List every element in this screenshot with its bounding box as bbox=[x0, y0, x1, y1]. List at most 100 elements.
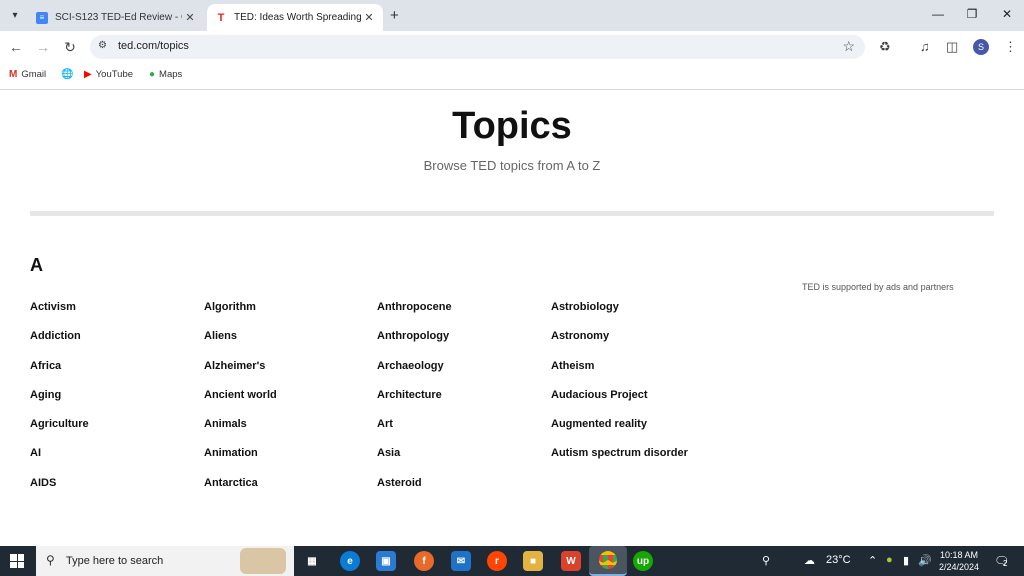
ted-icon: T bbox=[217, 11, 225, 24]
search-icon: ⚲ bbox=[46, 553, 55, 567]
tab-title: SCI-S123 TED-Ed Review - Goo bbox=[55, 12, 182, 23]
docs-icon: ≡ bbox=[36, 11, 48, 24]
wps-icon[interactable]: W bbox=[561, 551, 581, 571]
topic-column-3: Anthropocene Anthropology Archaeology Ar… bbox=[377, 301, 452, 506]
topic-link[interactable]: Astronomy bbox=[551, 330, 688, 359]
topic-link[interactable]: Anthropocene bbox=[377, 301, 452, 330]
tab-title: TED: Ideas Worth Spreading bbox=[234, 12, 361, 23]
topic-link[interactable]: Addiction bbox=[30, 330, 89, 359]
topic-link[interactable]: Alzheimer's bbox=[204, 360, 277, 389]
address-bar[interactable]: ⚙ ted.com/topics ☆ bbox=[90, 35, 865, 59]
topic-link[interactable]: Antarctica bbox=[204, 477, 277, 506]
reload-icon[interactable]: ↻ bbox=[61, 39, 79, 56]
topic-link[interactable]: Animals bbox=[204, 418, 277, 447]
topic-link[interactable]: Audacious Project bbox=[551, 389, 688, 418]
site-settings-icon[interactable]: ⚙ bbox=[98, 40, 107, 51]
upwork-icon[interactable]: up bbox=[633, 551, 653, 571]
topic-link[interactable]: Africa bbox=[30, 360, 89, 389]
weather-temp[interactable]: 23°C bbox=[826, 554, 851, 566]
window-close-icon[interactable]: ✕ bbox=[997, 7, 1017, 21]
battery-icon[interactable]: ▮ bbox=[903, 554, 909, 567]
chevron-up-icon[interactable]: ⌃ bbox=[868, 554, 877, 567]
store-icon[interactable]: ▣ bbox=[376, 551, 396, 571]
people-icon[interactable]: ⚲ bbox=[762, 554, 770, 567]
search-placeholder: Type here to search bbox=[66, 555, 164, 567]
restore-icon[interactable]: ❐ bbox=[962, 7, 982, 21]
browser-toolbar: ← → ↻ ⚙ ted.com/topics ☆ ♻ ♫ ◫ S ⋮ bbox=[0, 31, 1024, 63]
topic-link[interactable]: Agriculture bbox=[30, 418, 89, 447]
bookmark-label: YouTube bbox=[95, 69, 134, 80]
bookmark-globe[interactable]: 🌐 bbox=[61, 69, 77, 80]
tab-strip: ▾ ≡ SCI-S123 TED-Ed Review - Goo ✕ T TED… bbox=[0, 0, 1024, 31]
clock-time: 10:18 AM bbox=[939, 550, 979, 560]
back-icon[interactable]: ← bbox=[7, 39, 25, 55]
topic-link[interactable]: Asia bbox=[377, 447, 452, 476]
tab-ted[interactable]: T TED: Ideas Worth Spreading ✕ bbox=[207, 4, 383, 31]
taskbar: ⚲ Type here to search ▦ e ▣ f ✉ r ■ W up… bbox=[0, 546, 1024, 576]
minimize-icon[interactable]: — bbox=[928, 7, 948, 21]
topic-column-4: Astrobiology Astronomy Atheism Audacious… bbox=[551, 301, 688, 477]
url-text[interactable]: ted.com/topics bbox=[118, 40, 189, 52]
topic-link[interactable]: Archaeology bbox=[377, 360, 452, 389]
reddit-icon[interactable]: r bbox=[487, 551, 507, 571]
topic-link[interactable]: Augmented reality bbox=[551, 418, 688, 447]
page-title: Topics bbox=[452, 105, 572, 147]
bookmark-gmail[interactable]: M Gmail bbox=[9, 69, 46, 80]
topic-link[interactable]: Animation bbox=[204, 447, 277, 476]
youtube-icon: ▶ bbox=[84, 69, 92, 80]
file-explorer-icon[interactable]: ■ bbox=[523, 551, 543, 571]
menu-icon[interactable]: ⋮ bbox=[1004, 39, 1017, 55]
chrome-icon[interactable] bbox=[589, 546, 627, 576]
topic-link[interactable]: Algorithm bbox=[204, 301, 277, 330]
topic-link[interactable]: Activism bbox=[30, 301, 89, 330]
search-highlight-image bbox=[240, 548, 286, 574]
topic-link[interactable]: Aliens bbox=[204, 330, 277, 359]
topic-link[interactable]: Architecture bbox=[377, 389, 452, 418]
topic-link[interactable]: AIDS bbox=[30, 477, 89, 506]
profile-avatar[interactable]: S bbox=[973, 39, 989, 55]
close-icon[interactable]: ✕ bbox=[361, 11, 377, 24]
globe-icon: 🌐 bbox=[61, 69, 74, 80]
tab-docs[interactable]: ≡ SCI-S123 TED-Ed Review - Goo ✕ bbox=[28, 4, 204, 31]
topic-link[interactable]: AI bbox=[30, 447, 89, 476]
bookmark-label: Gmail bbox=[21, 69, 47, 80]
app-tray-icon[interactable]: ● bbox=[886, 554, 893, 566]
bookmarks-bar: M Gmail 🌐 ▶ YouTube ● Maps bbox=[0, 63, 1024, 90]
taskbar-search[interactable]: ⚲ Type here to search bbox=[36, 546, 294, 576]
gmail-icon: M bbox=[9, 69, 18, 80]
side-panel-icon[interactable]: ◫ bbox=[946, 39, 958, 55]
weather-icon[interactable]: ☁ bbox=[804, 554, 815, 567]
media-controls-icon[interactable]: ♫ bbox=[920, 39, 930, 54]
close-icon[interactable]: ✕ bbox=[182, 11, 198, 24]
extensions-icon[interactable]: ♻ bbox=[879, 39, 891, 55]
edge-icon[interactable]: e bbox=[340, 551, 360, 571]
forward-icon[interactable]: → bbox=[34, 39, 52, 55]
topic-link[interactable]: Autism spectrum disorder bbox=[551, 447, 688, 476]
bookmark-youtube[interactable]: ▶ YouTube bbox=[84, 69, 133, 80]
ad-note: TED is supported by ads and partners bbox=[802, 282, 954, 292]
mail-icon[interactable]: ✉ bbox=[451, 551, 471, 571]
topic-link[interactable]: Anthropology bbox=[377, 330, 452, 359]
task-view-icon[interactable]: ▦ bbox=[302, 551, 322, 571]
maps-icon: ● bbox=[149, 69, 156, 80]
clock-date: 2/24/2024 bbox=[938, 562, 980, 572]
topic-column-1: Activism Addiction Africa Aging Agricult… bbox=[30, 301, 89, 506]
firefox-icon[interactable]: f bbox=[414, 551, 434, 571]
topic-link[interactable]: Atheism bbox=[551, 360, 688, 389]
topic-link[interactable]: Art bbox=[377, 418, 452, 447]
topic-link[interactable]: Asteroid bbox=[377, 477, 452, 506]
page-subtitle: Browse TED topics from A to Z bbox=[423, 158, 601, 173]
topic-link[interactable]: Ancient world bbox=[204, 389, 277, 418]
topic-link[interactable]: Astrobiology bbox=[551, 301, 688, 330]
windows-start-icon[interactable] bbox=[10, 554, 24, 568]
divider bbox=[30, 211, 994, 216]
topic-column-2: Algorithm Aliens Alzheimer's Ancient wor… bbox=[204, 301, 277, 506]
tab-search-button[interactable]: ▾ bbox=[6, 6, 24, 24]
topic-link[interactable]: Aging bbox=[30, 389, 89, 418]
new-tab-button[interactable]: + bbox=[390, 7, 399, 24]
bookmark-maps[interactable]: ● Maps bbox=[149, 69, 182, 80]
bookmark-star-icon[interactable]: ☆ bbox=[842, 38, 855, 55]
system-clock[interactable]: 10:18 AM 2/24/2024 bbox=[928, 549, 990, 573]
notification-count: 2 bbox=[1003, 559, 1008, 568]
section-letter: A bbox=[30, 255, 43, 275]
